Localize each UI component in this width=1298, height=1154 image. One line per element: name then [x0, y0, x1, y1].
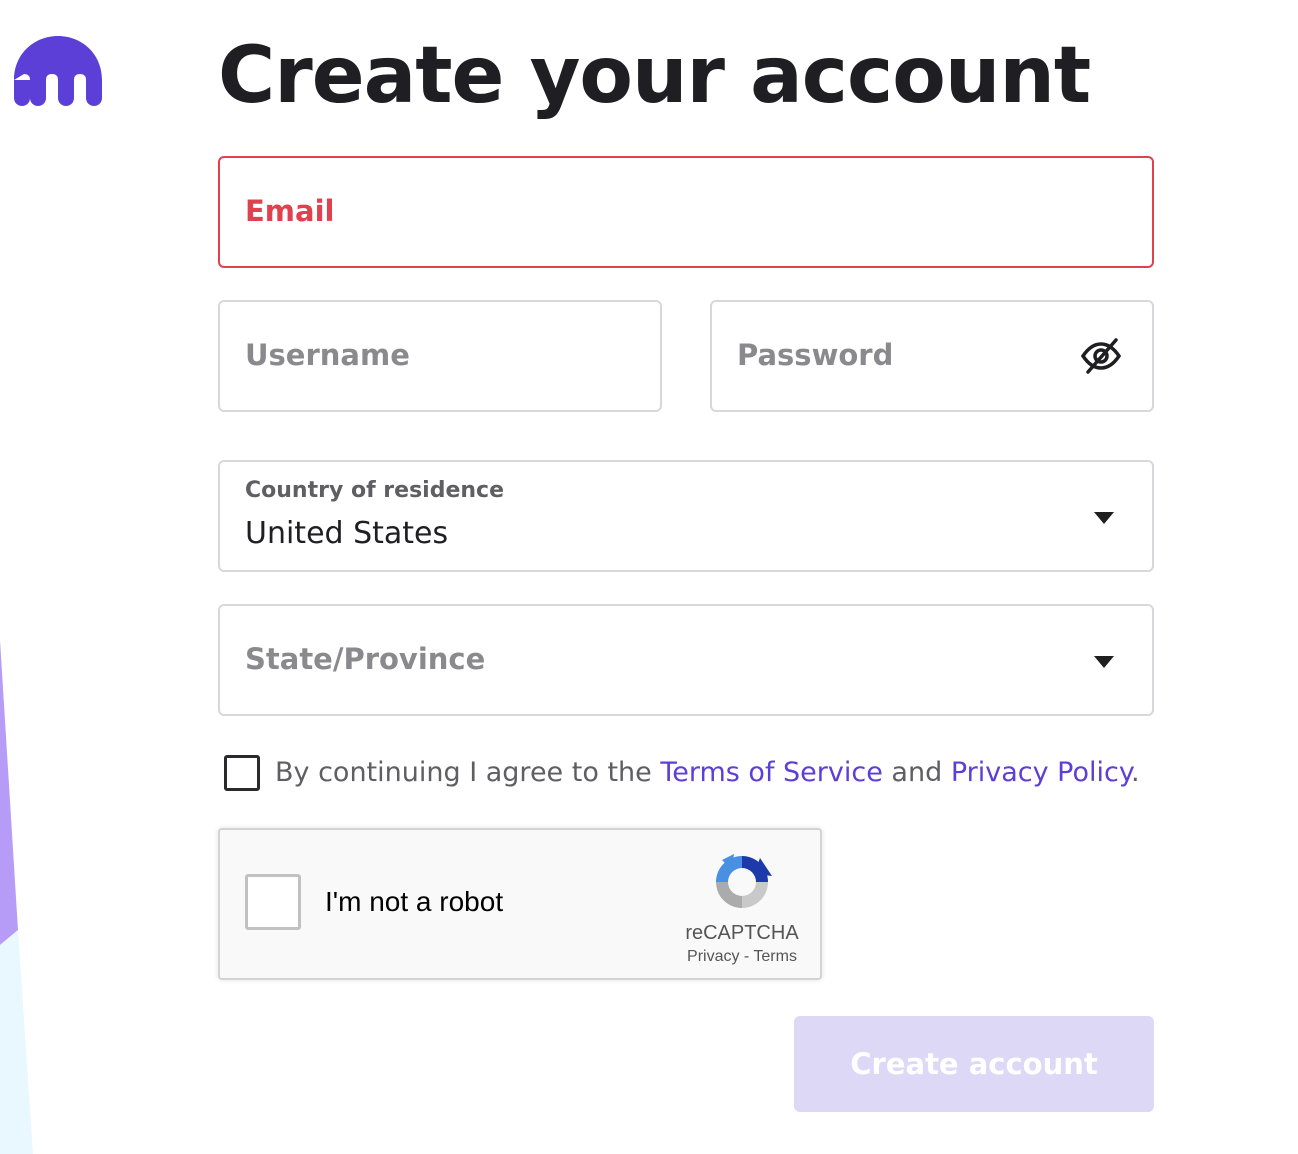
recaptcha-privacy-link[interactable]: Privacy — [687, 948, 739, 965]
eye-slash-icon[interactable] — [1080, 336, 1122, 376]
kraken-logo-icon — [14, 36, 102, 106]
email-placeholder: Email — [245, 194, 335, 228]
country-label: Country of residence — [245, 478, 504, 503]
privacy-policy-link[interactable]: Privacy Policy — [951, 757, 1131, 788]
page-title: Create your account — [218, 31, 1091, 121]
password-field[interactable]: Password — [710, 300, 1154, 412]
chevron-down-icon — [1094, 656, 1114, 668]
recaptcha-links: Privacy - Terms — [660, 948, 824, 966]
agree-checkbox[interactable] — [224, 755, 260, 791]
password-placeholder: Password — [737, 338, 894, 372]
email-field[interactable]: Email — [218, 156, 1154, 268]
agreement-suffix: . — [1130, 757, 1140, 788]
username-field[interactable]: Username — [218, 300, 662, 412]
username-placeholder: Username — [245, 338, 410, 372]
state-select[interactable]: State/Province — [218, 604, 1154, 716]
recaptcha-separator: - — [739, 948, 754, 965]
recaptcha-brand: reCAPTCHA — [685, 922, 799, 944]
agreement-middle: and — [882, 757, 951, 788]
agreement-prefix: By continuing I agree to the — [275, 757, 661, 788]
recaptcha-checkbox[interactable] — [245, 874, 301, 930]
signup-page: Create your account Email Username Passw… — [0, 0, 1298, 1154]
terms-of-service-link[interactable]: Terms of Service — [660, 757, 883, 788]
recaptcha-terms-link[interactable]: Terms — [753, 948, 797, 965]
recaptcha-label: I'm not a robot — [325, 886, 504, 917]
create-account-button[interactable]: Create account — [794, 1016, 1154, 1112]
state-placeholder: State/Province — [245, 642, 486, 676]
agreement-text: By continuing I agree to the Terms of Se… — [275, 754, 1140, 792]
recaptcha-icon — [716, 854, 772, 908]
recaptcha-widget: I'm not a robot reCAPTCHA Privacy - Term… — [218, 828, 822, 980]
country-value: United States — [245, 516, 449, 551]
decorative-background-art — [0, 640, 33, 1154]
chevron-down-icon — [1094, 512, 1114, 524]
country-select[interactable]: Country of residence United States — [218, 460, 1154, 572]
